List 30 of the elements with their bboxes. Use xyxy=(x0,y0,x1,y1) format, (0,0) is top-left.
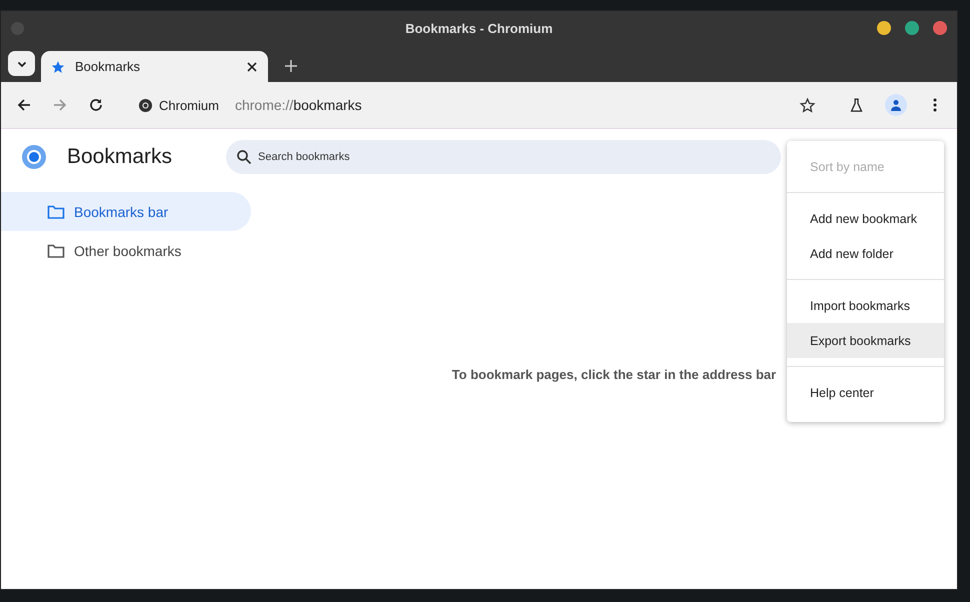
tab-list-button[interactable] xyxy=(8,51,35,76)
menu-item[interactable]: Export bookmarks xyxy=(787,323,944,358)
folder-icon xyxy=(47,204,65,220)
empty-message: To bookmark pages, click the star in the address bar xyxy=(452,367,776,382)
close-icon[interactable] xyxy=(246,60,258,72)
chromium-logo-icon xyxy=(138,98,153,112)
close-button[interactable] xyxy=(933,21,947,35)
back-icon[interactable] xyxy=(16,97,32,113)
window-title: Bookmarks - Chromium xyxy=(405,20,553,36)
menu-item[interactable]: Import bookmarks xyxy=(787,288,944,323)
bookmark-star-icon[interactable] xyxy=(799,96,816,114)
browser-tab[interactable]: Bookmarks xyxy=(41,51,268,82)
star-icon xyxy=(51,60,65,74)
sidebar-item[interactable]: Bookmarks bar xyxy=(1,192,251,231)
flask-icon[interactable] xyxy=(848,96,865,114)
folder-icon xyxy=(47,242,65,258)
search-field[interactable]: Search bookmarks xyxy=(226,140,781,174)
chromium-logo-icon xyxy=(21,144,47,170)
address-field[interactable]: chrome://bookmarks xyxy=(234,97,362,113)
menu-item[interactable]: Add new folder xyxy=(787,236,944,271)
new-tab-icon[interactable] xyxy=(284,59,298,73)
menu-item[interactable]: Add new bookmark xyxy=(787,201,944,236)
profile-avatar[interactable] xyxy=(885,94,907,116)
minimize-button[interactable] xyxy=(877,21,891,35)
site-chip[interactable]: Chromium xyxy=(159,98,219,112)
maximize-button[interactable] xyxy=(905,21,919,35)
reload-icon[interactable] xyxy=(88,97,104,113)
page-title: Bookmarks xyxy=(67,145,172,169)
sidebar-item[interactable]: Other bookmarks xyxy=(1,231,251,270)
menu-item[interactable]: Help center xyxy=(787,375,944,410)
